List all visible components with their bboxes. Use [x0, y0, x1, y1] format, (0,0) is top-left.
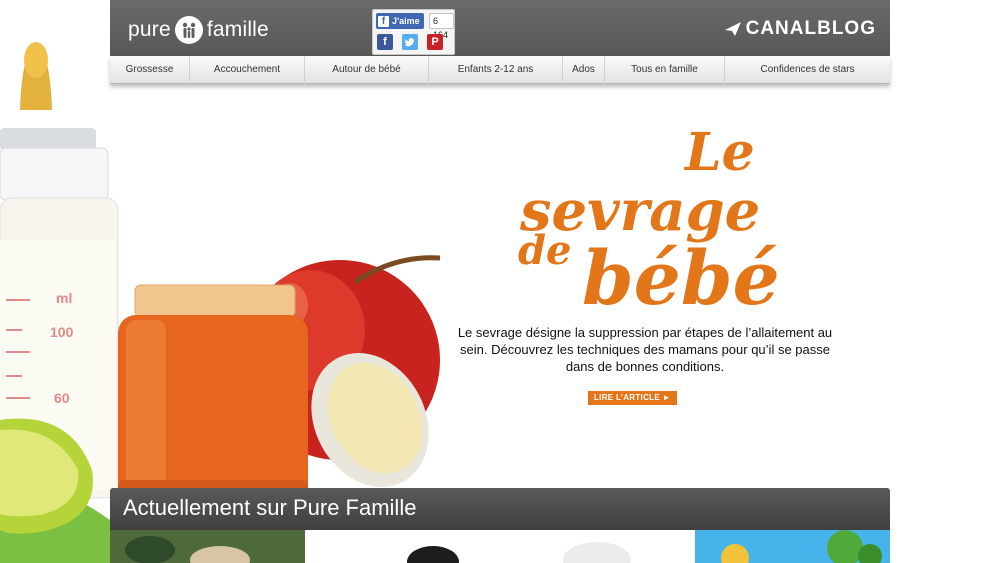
canalblog-logo[interactable]: CANALBLOG	[724, 15, 876, 43]
paper-plane-icon	[724, 22, 741, 36]
hero-title: Le sevrage de bébé	[518, 122, 780, 312]
site-header: pure famille f J'aime 6 164 f P	[110, 0, 890, 56]
nav-item-grossesse[interactable]: Grossesse	[110, 56, 190, 84]
main-nav: Grossesse Accouchement Autour de bébé En…	[110, 56, 890, 84]
hero-description: Le sevrage désigne la suppression par ét…	[457, 325, 833, 374]
facebook-like-button[interactable]: f J'aime	[376, 13, 424, 29]
read-article-button[interactable]: LIRE L’ARTICLE ►	[588, 391, 677, 405]
article-thumbnail-2[interactable]	[305, 530, 500, 563]
facebook-like-count: 6 164	[429, 13, 454, 40]
canalblog-label: CANALBLOG	[745, 18, 876, 39]
pure-famille-logo[interactable]: pure famille	[128, 13, 269, 47]
article-thumbnail-3[interactable]	[500, 530, 695, 563]
section-title: Actuellement sur Pure Famille	[123, 495, 417, 520]
facebook-icon: f	[378, 15, 389, 27]
nav-item-confidences-de-stars[interactable]: Confidences de stars	[725, 56, 890, 84]
twitter-share-icon[interactable]	[402, 34, 418, 50]
bottle-mark-100: 100	[50, 324, 74, 340]
current-section-header: Actuellement sur Pure Famille	[110, 488, 890, 530]
nav-item-autour-de-bebe[interactable]: Autour de bébé	[305, 56, 429, 84]
facebook-like-label: J'aime	[392, 16, 420, 26]
bottle-mark-60: 60	[54, 390, 70, 406]
hero-title-line3a: de	[518, 227, 571, 274]
logo-text-right: famille	[206, 18, 269, 41]
nav-item-tous-en-famille[interactable]: Tous en famille	[605, 56, 725, 84]
puree-jar-image	[118, 284, 308, 505]
nav-item-accouchement[interactable]: Accouchement	[190, 56, 305, 84]
family-icon	[174, 16, 203, 44]
bottle-mark-ml: ml	[56, 290, 73, 306]
pinterest-share-icon[interactable]: P	[427, 34, 443, 50]
social-share-box: f J'aime 6 164 f P	[372, 9, 455, 55]
article-thumbnail-4[interactable]	[695, 530, 890, 563]
hero-title-line1: Le	[683, 122, 755, 183]
article-thumbnails	[110, 530, 890, 563]
logo-text-left: pure	[128, 18, 171, 41]
article-thumbnail-1[interactable]	[110, 530, 305, 563]
nav-item-enfants[interactable]: Enfants 2-12 ans	[429, 56, 563, 84]
facebook-share-icon[interactable]: f	[377, 34, 393, 50]
nav-item-ados[interactable]: Ados	[563, 56, 605, 84]
hero-title-line3b: bébé	[582, 236, 780, 312]
